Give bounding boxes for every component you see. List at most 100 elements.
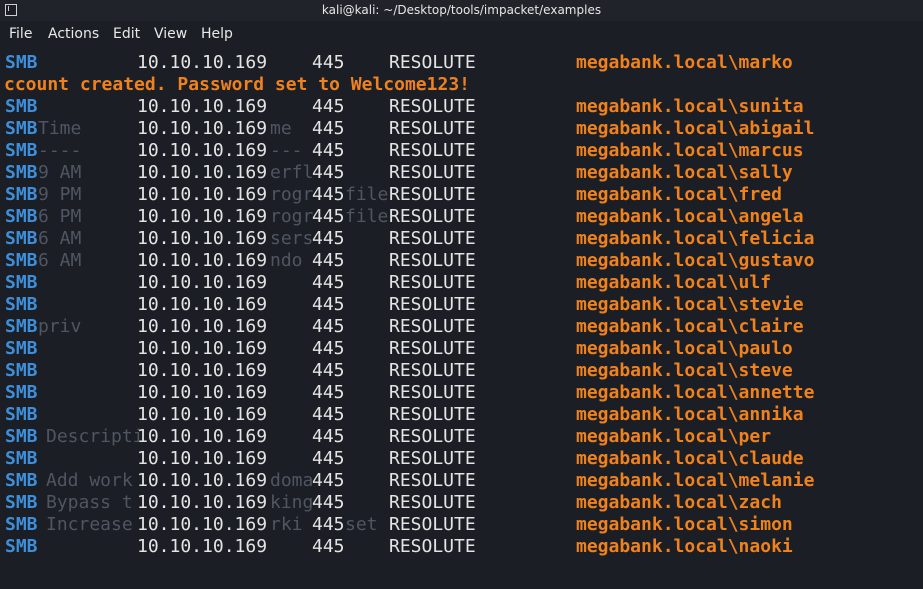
terminal-line: SMB 10.10.10.169 445 RESOLUTE megabank.local… <box>0 338 923 360</box>
host-name: RESOLUTE <box>389 338 476 359</box>
host-name: RESOLUTE <box>389 294 476 315</box>
protocol-label: SMB <box>5 184 38 205</box>
port-number: 445 <box>312 272 345 293</box>
host-name: RESOLUTE <box>389 316 476 337</box>
ip-address: 10.10.10.169 <box>137 338 268 359</box>
host-name: RESOLUTE <box>389 514 476 535</box>
terminal-line: SMB 10.10.10.169 445 RESOLUTE megabank.local… <box>0 426 923 448</box>
menu-bar: File Actions Edit View Help <box>0 24 923 46</box>
ip-address: 10.10.10.169 <box>137 228 268 249</box>
account-name: megabank.local\gustavo <box>576 250 815 271</box>
host-name: RESOLUTE <box>389 184 476 205</box>
protocol-label: SMB <box>5 206 38 227</box>
terminal-line: SMB 10.10.10.169 445 RESOLUTE megabank.local… <box>0 404 923 426</box>
account-name: megabank.local\angela <box>576 206 804 227</box>
terminal-line: SMB 10.10.10.169 445 RESOLUTE megabank.local… <box>0 184 923 206</box>
protocol-label: SMB <box>5 316 38 337</box>
protocol-label: SMB <box>5 360 38 381</box>
ip-address: 10.10.10.169 <box>137 250 268 271</box>
terminal-message-line: ccount created. Password set to Welcome1… <box>0 74 923 96</box>
account-name: megabank.local\sally <box>576 162 793 183</box>
terminal-line: SMB 10.10.10.169 445 RESOLUTE megabank.local… <box>0 360 923 382</box>
port-number: 445 <box>312 382 345 403</box>
port-number: 445 <box>312 448 345 469</box>
ip-address: 10.10.10.169 <box>137 140 268 161</box>
port-number: 445 <box>312 338 345 359</box>
account-name: megabank.local\annika <box>576 404 804 425</box>
menu-edit[interactable]: Edit <box>113 26 140 42</box>
terminal-line: SMB 10.10.10.169 445 RESOLUTE megabank.local… <box>0 206 923 228</box>
protocol-label: SMB <box>5 52 38 73</box>
terminal-output[interactable]: SMB 10.10.10.169 445 RESOLUTE megabank.l… <box>0 52 923 558</box>
protocol-label: SMB <box>5 250 38 271</box>
host-name: RESOLUTE <box>389 536 476 557</box>
terminal-line: SMB 10.10.10.169 445 RESOLUTE megabank.l… <box>0 52 923 74</box>
protocol-label: SMB <box>5 404 38 425</box>
ip-address: 10.10.10.169 <box>137 96 268 117</box>
port-number: 445 <box>312 96 345 117</box>
terminal-line: SMB 10.10.10.169 445 RESOLUTE megabank.local… <box>0 316 923 338</box>
port-number: 445 <box>312 470 345 491</box>
host-name: RESOLUTE <box>389 404 476 425</box>
account-name: megabank.local\fred <box>576 184 782 205</box>
host-name: RESOLUTE <box>389 382 476 403</box>
protocol-label: SMB <box>5 228 38 249</box>
port-number: 445 <box>312 118 345 139</box>
ip-address: 10.10.10.169 <box>137 514 268 535</box>
protocol-label: SMB <box>5 162 38 183</box>
protocol-label: SMB <box>5 140 38 161</box>
ip-address: 10.10.10.169 <box>137 382 268 403</box>
port-number: 445 <box>312 492 345 513</box>
port-number: 445 <box>312 360 345 381</box>
protocol-label: SMB <box>5 382 38 403</box>
host-name: RESOLUTE <box>389 140 476 161</box>
protocol-label: SMB <box>5 426 38 447</box>
port-number: 445 <box>312 426 345 447</box>
host-name: RESOLUTE <box>389 272 476 293</box>
account-name: megabank.local\paulo <box>576 338 793 359</box>
protocol-label: SMB <box>5 514 38 535</box>
ip-address: 10.10.10.169 <box>137 206 268 227</box>
terminal-line: SMB 10.10.10.169 445 RESOLUTE megabank.local… <box>0 536 923 558</box>
protocol-label: SMB <box>5 118 38 139</box>
terminal-line: SMB 10.10.10.169 445 RESOLUTE megabank.local… <box>0 140 923 162</box>
terminal-line: SMB 10.10.10.169 445 RESOLUTE megabank.local… <box>0 96 923 118</box>
ip-address: 10.10.10.169 <box>137 448 268 469</box>
account-name: megabank.local\ulf <box>576 272 772 293</box>
menu-actions[interactable]: Actions <box>48 26 99 42</box>
ip-address: 10.10.10.169 <box>137 470 268 491</box>
protocol-label: SMB <box>5 470 38 491</box>
terminal-line: SMB 10.10.10.169 445 RESOLUTE megabank.local… <box>0 492 923 514</box>
protocol-label: SMB <box>5 294 38 315</box>
host-name: RESOLUTE <box>389 492 476 513</box>
ip-address: 10.10.10.169 <box>137 118 268 139</box>
menu-help[interactable]: Help <box>201 26 233 42</box>
port-number: 445 <box>312 294 345 315</box>
host-name: RESOLUTE <box>389 118 476 139</box>
account-name: megabank.local\stevie <box>576 294 804 315</box>
ip-address: 10.10.10.169 <box>137 316 268 337</box>
ip-address: 10.10.10.169 <box>137 492 268 513</box>
host-name: RESOLUTE <box>389 448 476 469</box>
ip-address: 10.10.10.169 <box>137 272 268 293</box>
host-name: RESOLUTE <box>389 250 476 271</box>
protocol-label: SMB <box>5 492 38 513</box>
terminal-line: SMB 10.10.10.169 445 RESOLUTE megabank.local… <box>0 272 923 294</box>
port-number: 445 <box>312 184 345 205</box>
account-name: megabank.local\sunita <box>576 96 804 117</box>
protocol-label: SMB <box>5 536 38 557</box>
port-number: 445 <box>312 228 345 249</box>
ip-address: 10.10.10.169 <box>137 184 268 205</box>
menu-file[interactable]: File <box>9 26 32 42</box>
port-number: 445 <box>312 250 345 271</box>
terminal-line: SMB 10.10.10.169 445 RESOLUTE megabank.local… <box>0 470 923 492</box>
menu-view[interactable]: View <box>154 26 187 42</box>
account-name: megabank.local\melanie <box>576 470 815 491</box>
account-name: megabank.local\abigail <box>576 118 815 139</box>
account-name: megabank.local\steve <box>576 360 793 381</box>
account-name: megabank.local\zach <box>576 492 782 513</box>
protocol-label: SMB <box>5 448 38 469</box>
ip-address: 10.10.10.169 <box>137 536 268 557</box>
window-title: kali@kali: ~/Desktop/tools/impacket/exam… <box>321 3 602 17</box>
account-name: megabank.local\naoki <box>576 536 793 557</box>
